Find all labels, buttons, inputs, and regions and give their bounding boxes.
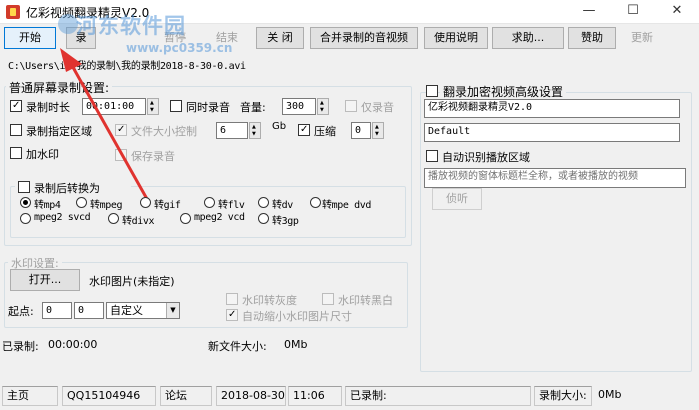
minimize-button[interactable]: — — [567, 0, 611, 24]
convert-option-label: 转mpe dvd — [322, 200, 371, 211]
watermark-logo-icon — [58, 14, 78, 34]
convert-radio[interactable] — [310, 197, 321, 208]
profile-input[interactable]: Default — [424, 123, 680, 142]
record-audio-checkbox[interactable] — [170, 100, 182, 112]
watermark-url: www.pc0359.cn — [126, 41, 233, 55]
watermark-checkbox[interactable] — [10, 147, 22, 159]
window-title-input[interactable]: 播放视频的窗体标题栏全称，或者被播放的视频 — [424, 168, 686, 188]
app-logo-icon — [6, 5, 20, 19]
bw-checkbox[interactable] — [322, 293, 334, 305]
merge-button[interactable]: 合并录制的音视频 — [310, 27, 418, 49]
convert-option-label: mpeg2 svcd — [34, 212, 91, 223]
help-button[interactable]: 求助... — [492, 27, 564, 49]
convert-checkbox[interactable] — [18, 181, 30, 193]
duration-input[interactable]: 00:01:00 — [82, 98, 146, 115]
convert-radio[interactable] — [20, 197, 31, 208]
save-audio-checkbox[interactable] — [115, 149, 127, 161]
close-window-button[interactable]: ✕ — [655, 0, 699, 24]
save-audio-label: 保存录音 — [131, 150, 175, 163]
audio-only-label: 仅录音 — [361, 101, 394, 114]
convert-radio[interactable] — [108, 213, 119, 224]
area-label: 录制指定区域 — [26, 125, 92, 138]
recorded-time: 00:00:00 — [48, 338, 98, 351]
convert-option-label: mpeg2 vcd — [194, 212, 245, 223]
shrink-checkbox[interactable] — [226, 309, 238, 321]
convert-radio[interactable] — [20, 213, 31, 224]
auto-detect-checkbox[interactable] — [426, 150, 438, 162]
duration-checkbox[interactable] — [10, 100, 22, 112]
watermark-text: 河东软件园 — [76, 14, 186, 38]
status-qq: QQ15104946 — [62, 386, 156, 406]
new-size-value: 0Mb — [284, 338, 308, 351]
donate-button[interactable]: 赞助 — [568, 27, 616, 49]
duration-label: 录制时长 — [26, 101, 70, 114]
update-button[interactable]: 更新 — [620, 27, 664, 49]
bw-label: 水印转黑白 — [338, 294, 393, 307]
convert-radio[interactable] — [258, 197, 269, 208]
convert-title: 录制后转换为 — [34, 182, 100, 195]
origin-label: 起点: — [8, 305, 34, 318]
convert-radio[interactable] — [76, 197, 87, 208]
record-audio-label: 同时录音 — [186, 101, 230, 114]
convert-option-label: 转flv — [218, 200, 245, 211]
advanced-title: 翻录加密视频高级设置 — [440, 83, 567, 100]
manual-button[interactable]: 使用说明 — [424, 27, 488, 49]
convert-option-label: 转3gp — [272, 216, 299, 227]
status-size-label: 录制大小: — [534, 386, 592, 406]
area-checkbox[interactable] — [10, 124, 22, 136]
volume-stepper[interactable] — [317, 98, 329, 115]
close-button[interactable]: 关 闭 — [256, 27, 304, 49]
normal-settings-title: 普通屏幕录制设置: — [6, 79, 113, 96]
compress-input[interactable]: 0 — [351, 122, 371, 139]
compress-stepper[interactable] — [372, 122, 384, 139]
convert-radio[interactable] — [204, 197, 215, 208]
convert-option-label: 转mp4 — [34, 200, 61, 211]
sniff-button[interactable]: 侦听 — [432, 188, 482, 210]
filesize-stepper[interactable] — [249, 122, 261, 139]
app-name-input[interactable]: 亿彩视频翻录精灵V2.0 — [424, 99, 680, 118]
convert-option-label: 转divx — [122, 216, 155, 227]
watermark-image-label: 水印图片(未指定) — [89, 275, 175, 288]
origin-y-input[interactable]: 0 — [74, 302, 104, 319]
advanced-checkbox[interactable] — [426, 85, 438, 97]
recorded-label: 已录制: — [2, 340, 39, 353]
volume-label: 音量: — [240, 101, 266, 114]
audio-only-checkbox[interactable] — [345, 100, 357, 112]
status-time: 11:06 — [288, 386, 342, 406]
status-home-link[interactable]: 主页 — [2, 386, 58, 406]
watermark-label: 加水印 — [26, 148, 59, 161]
volume-input[interactable]: 300 — [282, 98, 316, 115]
status-forum-link[interactable]: 论坛 — [160, 386, 212, 406]
status-recorded: 已录制: — [345, 386, 531, 406]
shrink-label: 自动缩小水印图片尺寸 — [242, 310, 352, 323]
compress-label: 压缩 — [314, 125, 336, 138]
new-size-label: 新文件大小: — [208, 340, 267, 353]
start-button[interactable]: 开始 — [4, 27, 56, 49]
convert-option-label: 转mpeg — [90, 200, 123, 211]
convert-option-label: 转dv — [272, 200, 293, 211]
auto-detect-label: 自动识别播放区域 — [442, 151, 530, 164]
origin-x-input[interactable]: 0 — [42, 302, 72, 319]
filesize-label: 文件大小控制 — [131, 125, 197, 138]
convert-radio[interactable] — [140, 197, 151, 208]
chevron-down-icon[interactable]: ▼ — [166, 303, 179, 318]
status-date: 2018-08-30 — [216, 386, 286, 406]
status-size-value: 0Mb — [598, 388, 622, 401]
open-watermark-button[interactable]: 打开... — [10, 269, 80, 291]
convert-radio[interactable] — [258, 213, 269, 224]
filesize-checkbox[interactable] — [115, 124, 127, 136]
output-path: C:\Users\ic\我的录制\我的录制2018-8-30-0.avi — [8, 61, 246, 72]
gray-label: 水印转灰度 — [242, 294, 297, 307]
duration-stepper[interactable] — [147, 98, 159, 115]
filesize-input[interactable]: 6 — [216, 122, 248, 139]
maximize-button[interactable]: ☐ — [611, 0, 655, 24]
compress-checkbox[interactable] — [298, 124, 310, 136]
convert-radio[interactable] — [180, 213, 191, 224]
convert-option-label: 转gif — [154, 200, 181, 211]
filesize-unit: Gb — [272, 121, 287, 132]
gray-checkbox[interactable] — [226, 293, 238, 305]
